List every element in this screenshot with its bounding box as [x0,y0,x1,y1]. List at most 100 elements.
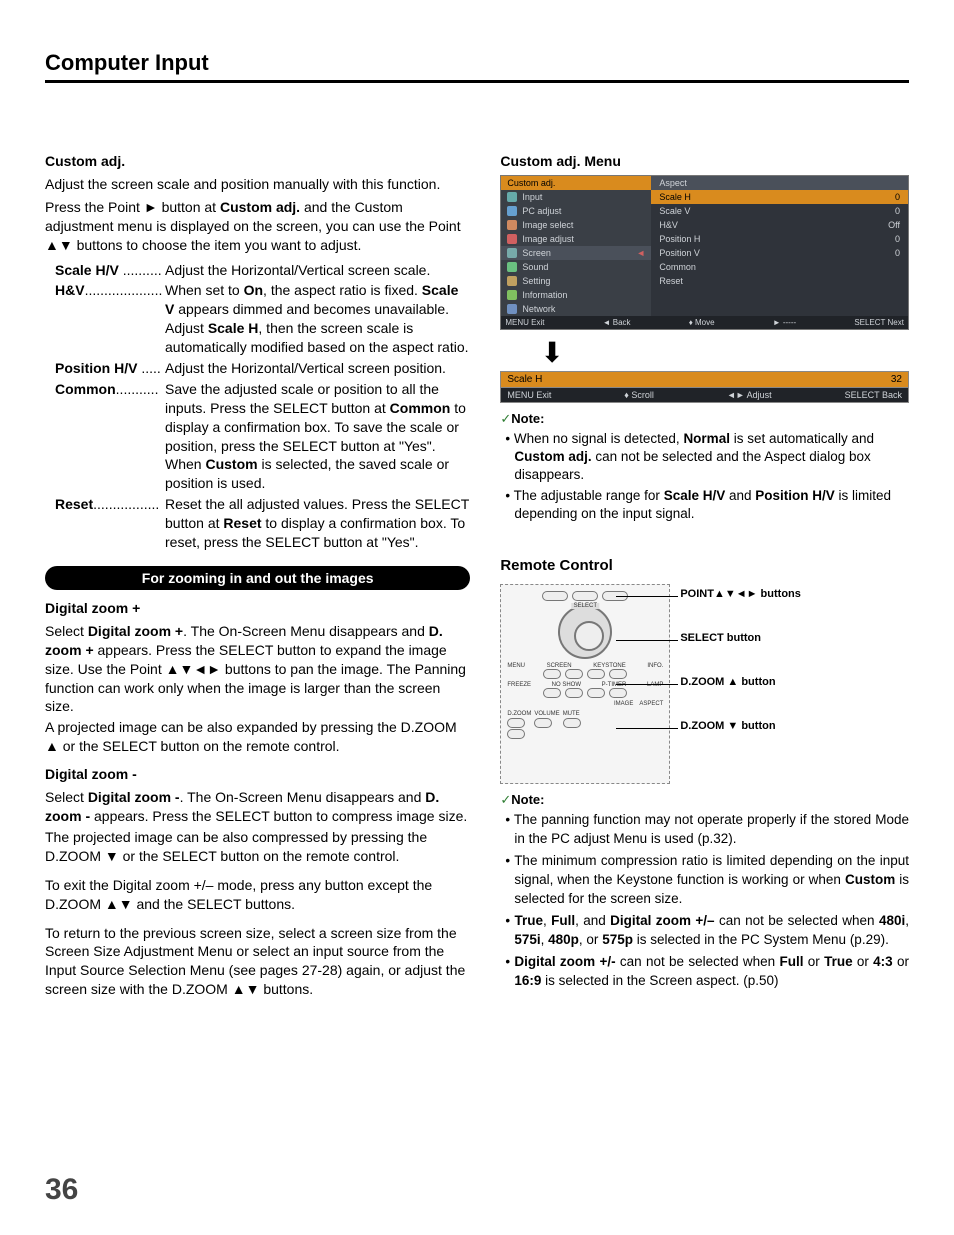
rc-dzoom-label: D.ZOOM [507,711,531,717]
osd-right-row: Common [651,260,908,274]
t: PC adjust [522,206,561,216]
t: LAMP [647,682,663,688]
osd-left-item: PC adjust [501,204,651,218]
rc-button [563,718,581,728]
t: MENU [507,663,525,669]
note-item: The minimum compression ratio is limited… [514,852,909,908]
t: D.ZOOM ▼ button [680,720,775,732]
t: , and [575,913,610,928]
t: Off [888,220,900,230]
t: Scale H [208,320,259,336]
t: Note: [511,792,544,807]
dz-plus-p1: Select Digital zoom +. The On-Screen Men… [45,622,470,716]
rc-button [609,688,627,698]
callout-dzoom-up: D.ZOOM ▲ button [680,676,909,688]
t: Reset [659,276,683,286]
t: ► ----- [773,318,796,327]
t: Reset [55,496,93,512]
t: Network [522,304,555,314]
menu-icon [507,220,517,230]
osd-right-row: Scale V0 [651,204,908,218]
t: Information [522,290,567,300]
t: is selected in the PC System Menu (p.29)… [633,932,889,947]
t: Common [659,262,696,272]
page-header: Computer Input [45,50,909,83]
t: H&V [55,282,85,298]
t: ♦ Scroll [624,390,654,400]
t: ♦ Move [689,318,715,327]
rc-button [587,669,605,679]
osd-right-row-selected: Scale H 0 [651,190,908,204]
t: Custom adj. [514,449,591,464]
t: ◄ Back [603,318,631,327]
t: Scale H/V [664,488,726,503]
def-position-hv: Position H/V ..... Adjust the Horizontal… [55,359,470,378]
t: Input [522,192,542,202]
t: Position H [659,234,700,244]
t: Press the Point ► button at [45,199,220,215]
t: 0 [895,234,900,244]
check-icon: ✓ [500,411,511,426]
note-list-2: The panning function may not operate pro… [514,811,909,991]
t: or [803,954,824,969]
callout-point: POINT▲▼◄► buttons [680,588,909,600]
t: 16:9 [514,973,541,988]
t: When no signal is detected, [514,431,684,446]
t: Full [779,954,803,969]
menu-icon [507,276,517,286]
remote-diagram: SELECT MENU SCREEN KEYSTONE INFO. FREEZE… [500,584,909,784]
t: SELECT button [680,632,761,644]
osd-left-item: Image select [501,218,651,232]
dz-plus-p2: A projected image can be also expanded b… [45,718,470,756]
osd-menu-screenshot: Custom adj. Input PC adjust Image select… [500,175,909,330]
t: ASPECT [639,701,663,707]
t: When set to [165,282,244,298]
t: , [905,913,909,928]
t: Reset [223,515,261,531]
osd-bottom-bar: MENU Exit ◄ Back ♦ Move ► ----- SELECT N… [501,316,908,329]
t: and [725,488,755,503]
t: Scale H [507,374,542,385]
def-scale-hv: Scale H/V .......... Adjust the Horizont… [55,261,470,280]
scale-bar-footer: MENU Exit ♦ Scroll ◄► Adjust SELECT Back [500,387,909,403]
dz-minus-heading: Digital zoom - [45,766,470,782]
rc-button [543,669,561,679]
t: Position V [659,248,700,258]
t: MUTE [563,711,581,717]
menu-icon [507,290,517,300]
osd-right-row: Reset [651,274,908,288]
menu-icon [507,192,517,202]
t: Scale H [659,192,691,202]
t: 575p [602,932,633,947]
t: IMAGE [614,701,633,707]
term: Reset................. [55,495,165,552]
t: Custom [205,456,257,472]
note-item: When no signal is detected, Normal is se… [514,430,909,485]
rc-dzoom-up-button [507,718,525,728]
zoom-header-pill: For zooming in and out the images [45,566,470,590]
t: 0 [895,192,900,202]
t: D.ZOOM ▲ button [680,676,775,688]
menu-icon [507,234,517,244]
t: POINT▲▼◄► buttons [680,588,801,600]
t: Common [55,381,116,397]
rc-button [543,688,561,698]
t: Image adjust [522,234,574,244]
definition-list: Scale H/V .......... Adjust the Horizont… [55,261,470,552]
t: Image select [522,220,573,230]
rc-button [587,688,605,698]
note-heading-2: ✓Note: [500,792,909,808]
osd-body: Custom adj. Input PC adjust Image select… [501,176,908,316]
t: Digital zoom - [88,789,180,805]
menu-icon [507,206,517,216]
rc-dzoom-group: D.ZOOM VOLUME MUTE [507,711,663,739]
t: Common [390,400,451,416]
two-column-layout: Custom adj. Adjust the screen scale and … [45,153,909,1009]
rc-point-ring: SELECT [558,605,612,659]
def-hv: H&V.................... When set to On, … [55,281,470,357]
t: appears. Press the SELECT button to expa… [45,642,466,715]
rc-image-aspect-row: IMAGE ASPECT [507,701,663,707]
callout-dzoom-down: D.ZOOM ▼ button [680,720,909,732]
t: Select [45,789,88,805]
t: SELECT Next [854,318,904,327]
